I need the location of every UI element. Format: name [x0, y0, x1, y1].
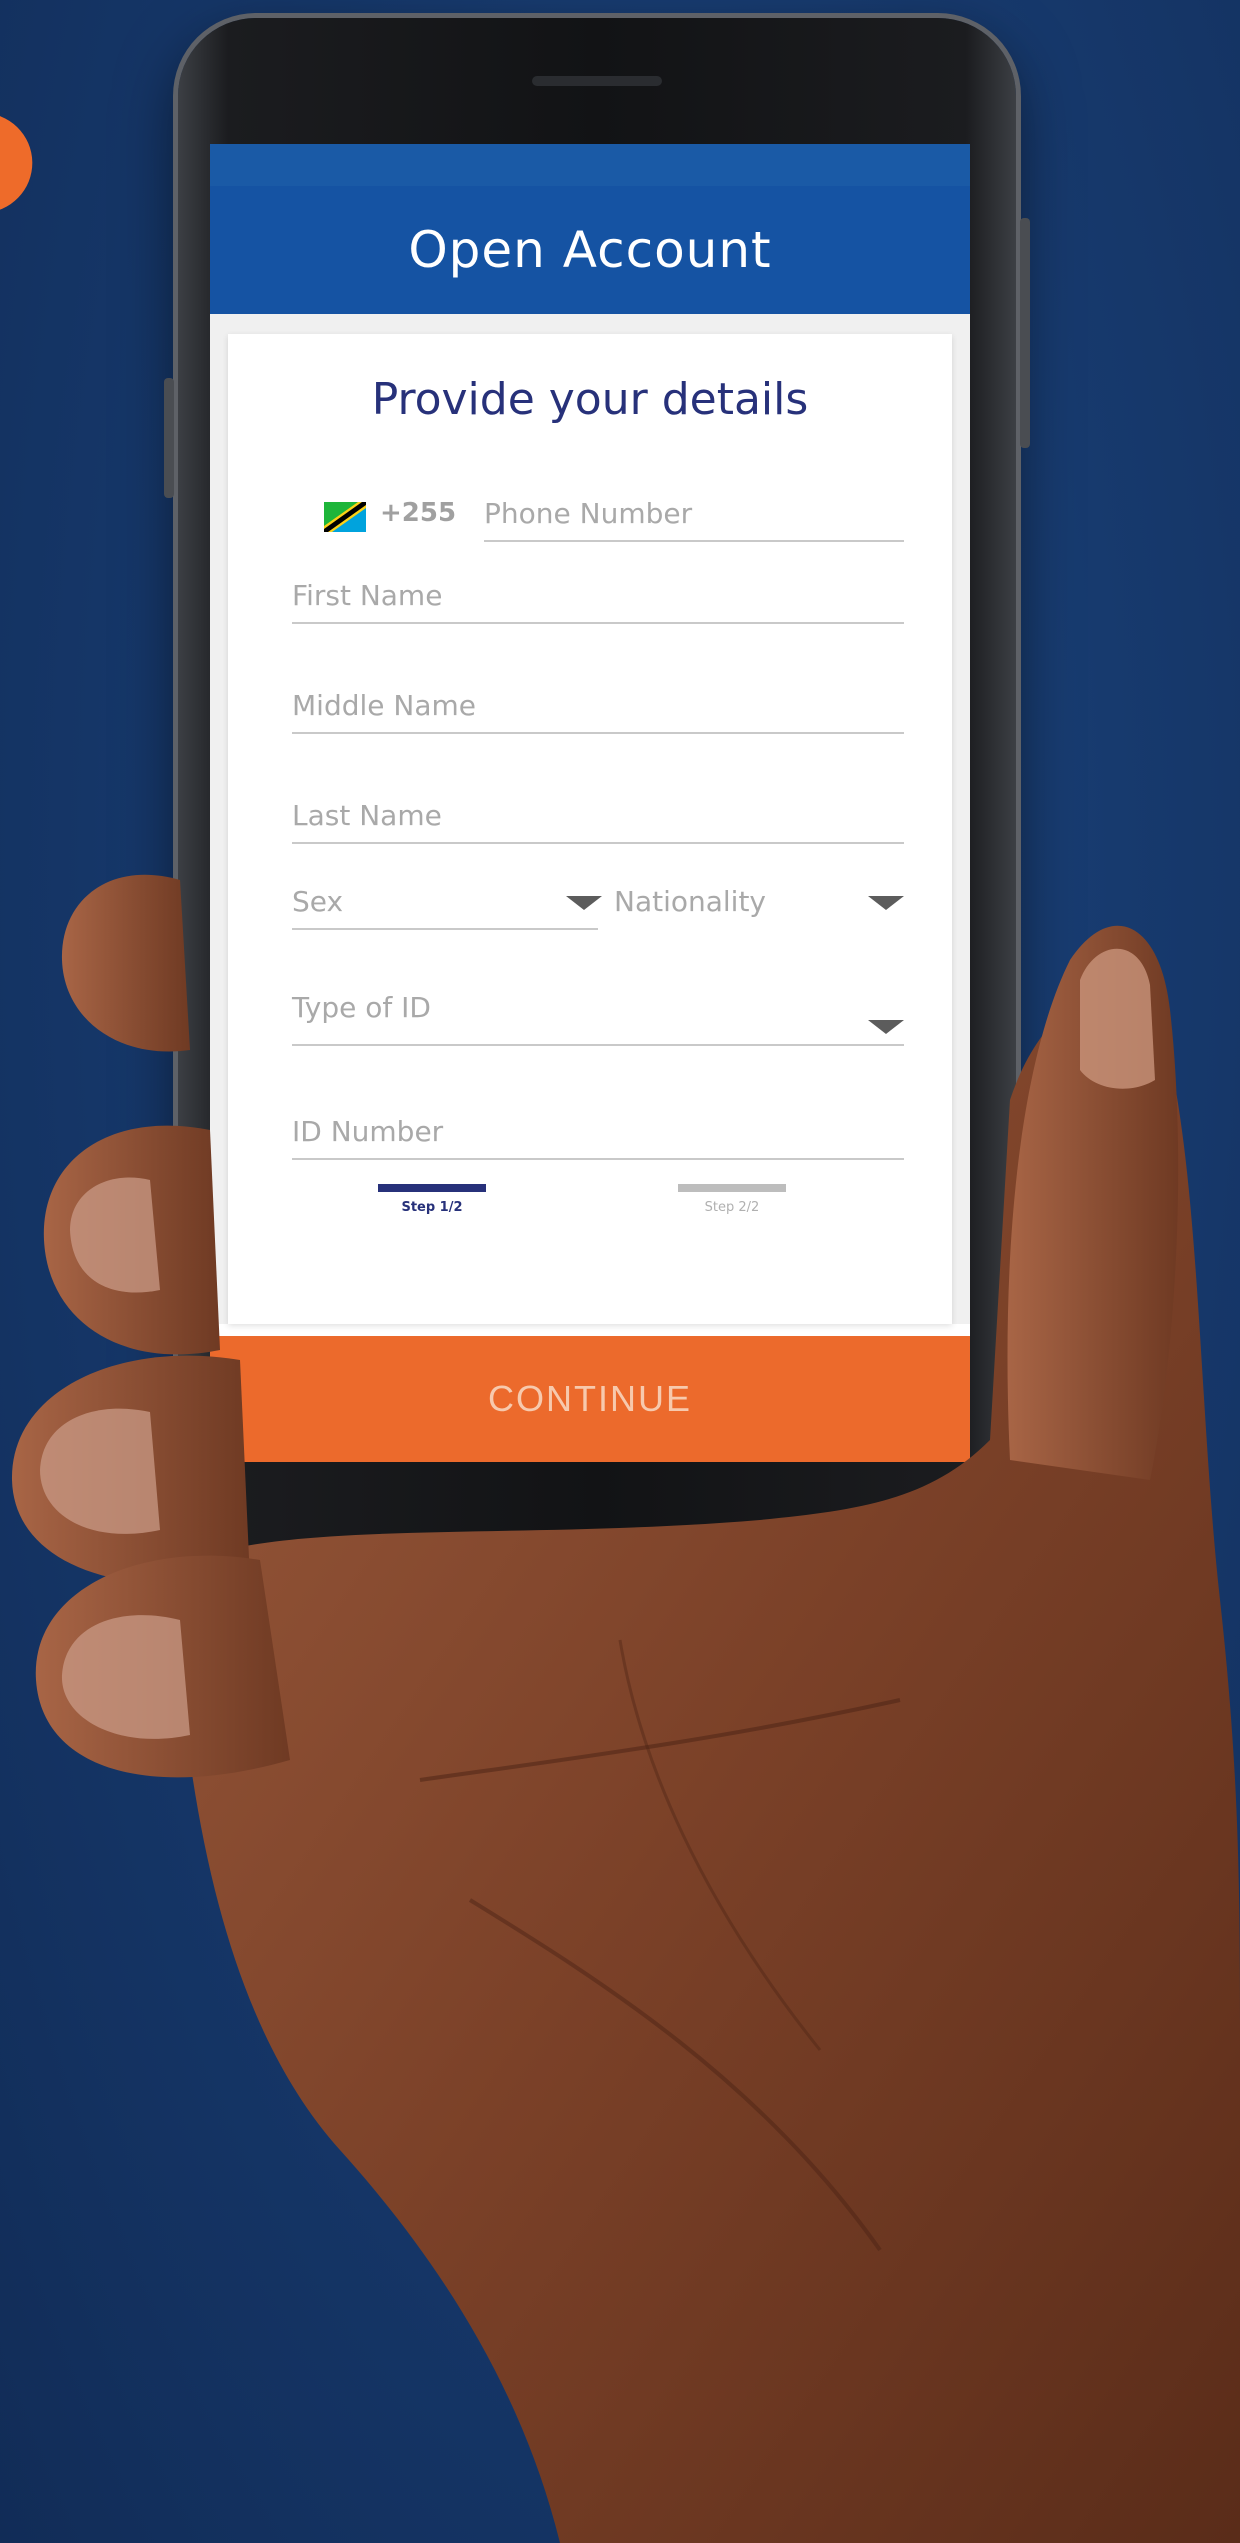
- step-2-label: Step 2/2: [704, 1200, 760, 1215]
- nationality-placeholder: Nationality: [614, 885, 767, 918]
- tanzania-flag-icon[interactable]: [324, 502, 366, 532]
- middle-name-input[interactable]: Middle Name: [292, 668, 904, 734]
- step-2-bar: [678, 1184, 786, 1192]
- step-1-bar: [378, 1184, 486, 1192]
- phone-side-button-left: [164, 378, 174, 498]
- sex-placeholder: Sex: [292, 885, 344, 918]
- last-name-placeholder: Last Name: [292, 799, 442, 832]
- status-bar: [210, 144, 970, 186]
- id-number-input[interactable]: ID Number: [292, 1094, 904, 1160]
- id-type-select[interactable]: Type of ID: [292, 974, 904, 1046]
- palm-crease: [468, 1898, 882, 2252]
- continue-button[interactable]: CONTINUE: [210, 1336, 970, 1462]
- orange-accent-shape: [0, 103, 42, 217]
- phone-speaker: [532, 76, 662, 86]
- first-name-input[interactable]: First Name: [292, 564, 904, 624]
- palm-crease: [618, 1639, 822, 2051]
- phone-screen: Open Account Provide your details +255 P…: [210, 144, 970, 1462]
- phone-number-input[interactable]: Phone Number: [484, 480, 904, 542]
- nationality-select[interactable]: Nationality: [614, 868, 904, 928]
- sex-dropdown-caret-icon: [566, 896, 602, 910]
- step-1-label: Step 1/2: [401, 1200, 463, 1215]
- first-name-placeholder: First Name: [292, 579, 443, 612]
- step-indicator-1: Step 1/2: [372, 1184, 492, 1215]
- details-form-card: Provide your details +255 Phone Number F…: [228, 334, 952, 1324]
- app-bar-title: Open Account: [408, 221, 772, 279]
- step-indicator-2: Step 2/2: [672, 1184, 792, 1215]
- phone-device: Open Account Provide your details +255 P…: [164, 18, 1030, 1553]
- nationality-dropdown-caret-icon: [868, 896, 904, 910]
- little-finger: [35, 1555, 290, 1778]
- index-finger: [61, 874, 190, 1052]
- little-finger-nail: [61, 1615, 190, 1739]
- form-title: Provide your details: [371, 374, 809, 425]
- id-number-placeholder: ID Number: [292, 1115, 444, 1148]
- sex-select[interactable]: Sex: [292, 868, 602, 930]
- ring-finger-nail: [40, 1408, 160, 1534]
- last-name-input[interactable]: Last Name: [292, 778, 904, 844]
- id-type-dropdown-caret-icon: [868, 1020, 904, 1034]
- app-bar: Open Account: [210, 186, 970, 314]
- phone-number-placeholder: Phone Number: [484, 497, 693, 530]
- palm-crease: [419, 1698, 901, 1782]
- id-type-placeholder: Type of ID: [292, 991, 431, 1024]
- phone-side-button-right: [1020, 218, 1030, 448]
- thumb-shape: [1007, 925, 1179, 1480]
- middle-finger-nail: [70, 1177, 160, 1293]
- middle-name-placeholder: Middle Name: [292, 689, 476, 722]
- thumb-nail: [1080, 948, 1155, 1089]
- country-code[interactable]: +255: [380, 498, 456, 528]
